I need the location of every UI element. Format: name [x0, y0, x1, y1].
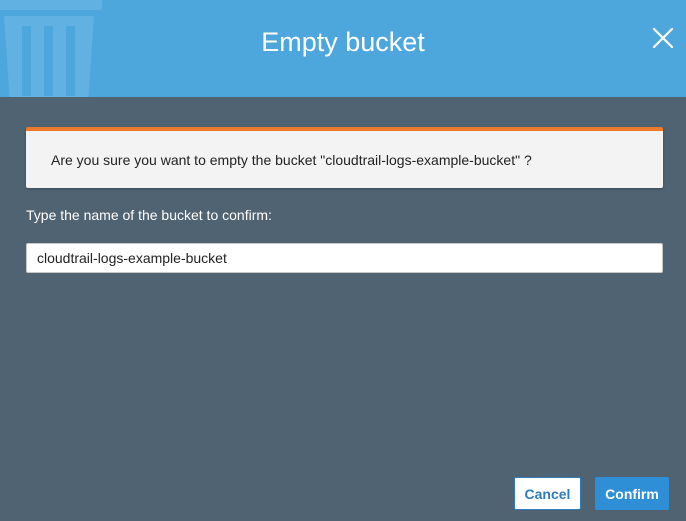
dialog-header: Empty bucket — [0, 0, 686, 97]
warning-alert: Are you sure you want to empty the bucke… — [26, 127, 663, 188]
empty-bucket-dialog: Empty bucket Are you sure you want to em… — [0, 0, 686, 521]
cancel-button[interactable]: Cancel — [514, 477, 581, 510]
confirm-label: Type the name of the bucket to confirm: — [26, 207, 272, 223]
alert-message: Are you sure you want to empty the bucke… — [51, 152, 532, 168]
close-icon[interactable] — [651, 26, 675, 50]
dialog-title: Empty bucket — [261, 27, 425, 57]
confirm-button[interactable]: Confirm — [595, 477, 669, 510]
bucket-name-input[interactable] — [26, 243, 663, 273]
